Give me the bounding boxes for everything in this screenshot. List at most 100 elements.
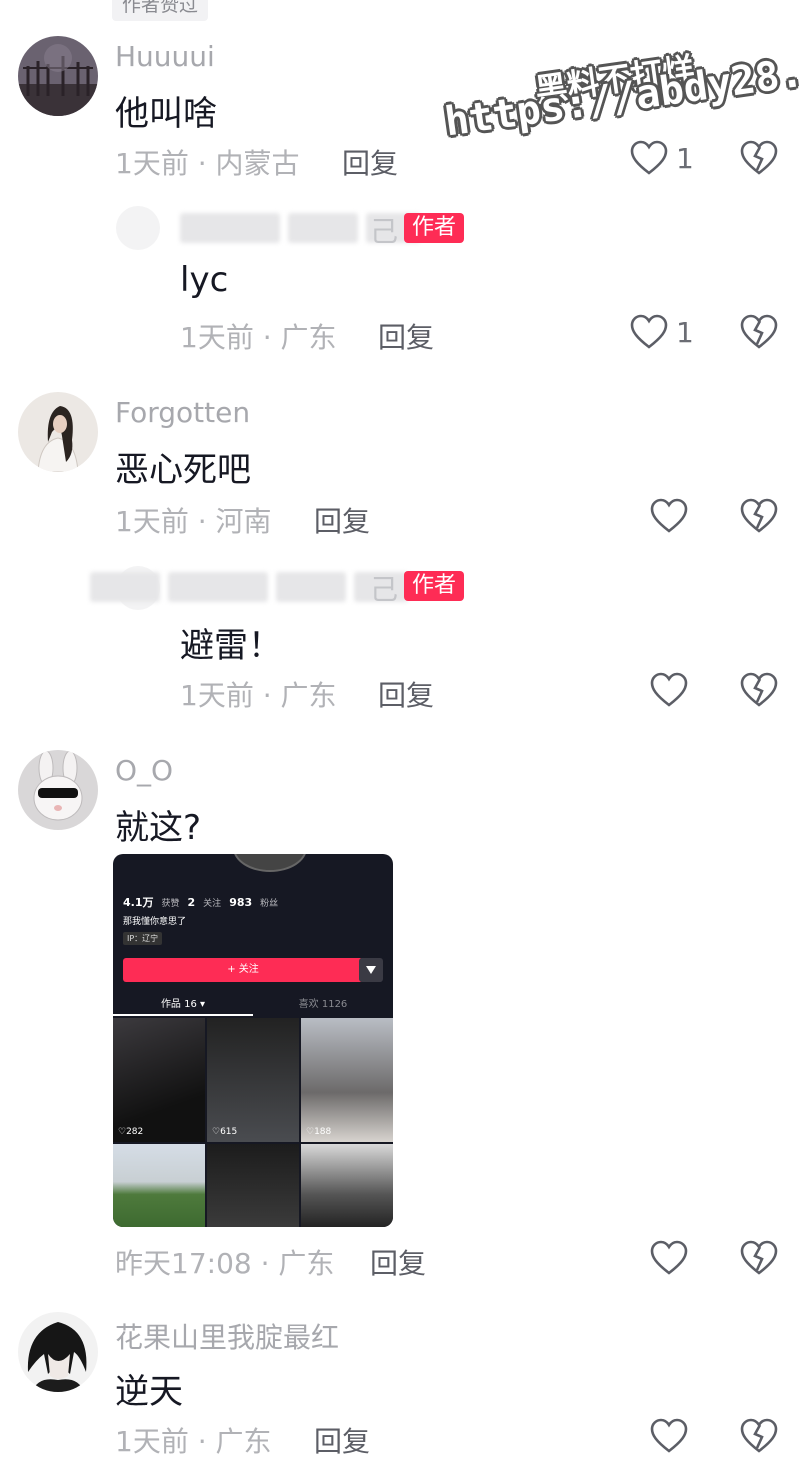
avatar[interactable]: [116, 206, 160, 250]
heart-icon: [650, 1418, 688, 1453]
comment-username[interactable]: O_O: [115, 754, 173, 787]
reply-button[interactable]: 回复: [314, 500, 370, 540]
video-thumb: [301, 1144, 393, 1227]
comment-location: 河南: [215, 505, 272, 538]
comment-username[interactable]: Forgotten: [115, 396, 250, 429]
video-thumb: 615: [207, 1018, 299, 1142]
author-badge: 作者: [404, 571, 465, 601]
blurred-author-name: [90, 572, 408, 602]
comment-text: 恶心死吧: [115, 450, 251, 490]
dislike-button[interactable]: [740, 1240, 778, 1280]
comment-username[interactable]: 花果山里我腚最红: [115, 1316, 339, 1356]
dislike-button[interactable]: [740, 1418, 778, 1458]
heart-icon: [650, 672, 688, 707]
meta-separator: ·: [253, 321, 281, 354]
comment-text: 逆天: [115, 1372, 183, 1412]
tab-works: 作品 16 ▾: [113, 994, 253, 1016]
heart-icon: [650, 1240, 688, 1275]
like-count: 1: [676, 141, 694, 175]
comment-meta: 1天前 · 内蒙古: [115, 142, 300, 182]
reply-button[interactable]: 回复: [370, 1242, 426, 1282]
meta-separator: ·: [188, 1425, 216, 1458]
author-name-tail[interactable]: 己: [370, 568, 398, 608]
comment-meta: 昨天17:08 · 广东: [115, 1242, 334, 1282]
avatar[interactable]: [18, 392, 98, 472]
broken-heart-icon: [740, 1418, 778, 1453]
comment-meta: 1天前 · 广东: [180, 316, 337, 356]
like-button[interactable]: 1: [630, 314, 694, 350]
comment-text: 他叫啥: [115, 94, 217, 134]
profile-bio: 那我懂你意思了: [123, 917, 187, 927]
broken-heart-icon: [740, 1240, 778, 1275]
video-thumb: 188: [301, 1018, 393, 1142]
profile-avatar: [233, 854, 307, 872]
profile-ip: IP：辽宁: [123, 932, 163, 945]
video-grid: 282 615 188: [113, 1018, 393, 1227]
dislike-button[interactable]: [740, 140, 778, 180]
comment-time: 1天前: [180, 321, 254, 354]
like-count: 1: [676, 315, 694, 349]
video-like-count: 282: [118, 1127, 143, 1137]
video-like-count: 615: [212, 1127, 237, 1137]
profile-stats: 4.1万 获赞 2 关注 983 粉丝: [123, 894, 278, 910]
comment-location: 内蒙古: [215, 147, 300, 180]
comment-meta: 1天前 · 河南: [115, 500, 272, 540]
video-thumb: [207, 1144, 299, 1227]
dislike-button[interactable]: [740, 672, 778, 712]
heart-icon: [650, 498, 688, 533]
comment-text: 就这?: [115, 808, 202, 848]
broken-heart-icon: [740, 314, 778, 349]
avatar[interactable]: [18, 36, 98, 116]
comment-time: 1天前: [115, 505, 189, 538]
comment-time: 1天前: [115, 147, 189, 180]
like-button[interactable]: [650, 498, 688, 534]
avatar[interactable]: [18, 750, 98, 830]
video-thumb: 282: [113, 1018, 205, 1142]
follow-button: + 关注: [123, 958, 363, 982]
tab-likes: 喜欢 1126: [298, 999, 348, 1010]
comment-username[interactable]: Huuuui: [115, 40, 215, 73]
stat-value: 4.1万: [123, 896, 154, 909]
like-button[interactable]: [650, 1240, 688, 1276]
comment-location: 广东: [278, 1247, 335, 1280]
like-button[interactable]: [650, 1418, 688, 1454]
comment-meta: 1天前 · 广东: [180, 674, 337, 714]
dislike-button[interactable]: [740, 314, 778, 354]
stat-value: 983: [229, 896, 253, 909]
broken-heart-icon: [740, 672, 778, 707]
meta-separator: ·: [253, 679, 281, 712]
attached-screenshot[interactable]: 4.1万 获赞 2 关注 983 粉丝 那我懂你意思了 IP：辽宁 + 关注 作品 1…: [113, 854, 393, 1227]
like-button[interactable]: [650, 672, 688, 708]
reply-text: lyc: [180, 260, 229, 300]
comment-location: 广东: [280, 679, 337, 712]
video-thumb: [113, 1144, 205, 1227]
comment-time: 昨天17:08: [115, 1247, 252, 1280]
reply-text: 避雷！: [180, 626, 282, 666]
stat-label: 关注: [203, 899, 222, 909]
avatar[interactable]: [18, 1312, 98, 1392]
reply-button[interactable]: 回复: [342, 142, 398, 182]
author-name-tail[interactable]: 己: [370, 210, 398, 250]
comment-time: 1天前: [180, 679, 254, 712]
author-liked-tag: 作者赞过: [112, 0, 209, 21]
comment-time: 1天前: [115, 1425, 189, 1458]
stat-value: 2: [187, 896, 196, 909]
dislike-button[interactable]: [740, 498, 778, 538]
broken-heart-icon: [740, 140, 778, 175]
comment-location: 广东: [215, 1425, 272, 1458]
comment-location: 广东: [280, 321, 337, 354]
reply-button[interactable]: 回复: [378, 316, 434, 356]
stat-label: 获赞: [161, 899, 180, 909]
heart-icon: [630, 140, 668, 175]
stat-label: 粉丝: [260, 899, 279, 909]
like-button[interactable]: 1: [630, 140, 694, 176]
broken-heart-icon: [740, 498, 778, 533]
reply-button[interactable]: 回复: [314, 1420, 370, 1460]
meta-separator: ·: [251, 1247, 279, 1280]
heart-icon: [630, 314, 668, 349]
video-like-count: 188: [306, 1127, 331, 1137]
meta-separator: ·: [188, 147, 216, 180]
reply-button[interactable]: 回复: [378, 674, 434, 714]
dropdown-icon: [359, 958, 383, 982]
meta-separator: ·: [188, 505, 216, 538]
